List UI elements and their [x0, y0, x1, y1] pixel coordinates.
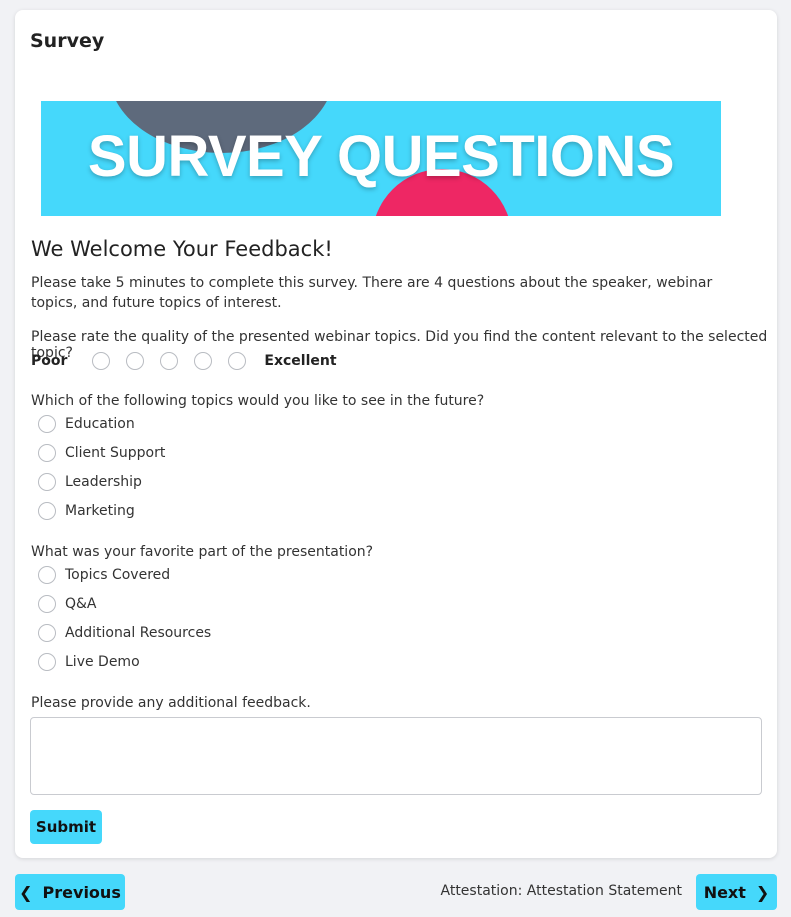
previous-button[interactable]: ❮ Previous — [15, 874, 125, 910]
favorite-option-topics-covered[interactable]: Topics Covered — [38, 565, 170, 585]
topic-option-marketing[interactable]: Marketing — [38, 501, 135, 521]
option-radio[interactable] — [38, 595, 56, 613]
option-label: Live Demo — [65, 654, 140, 670]
option-radio[interactable] — [38, 473, 56, 491]
additional-feedback-textarea[interactable] — [30, 717, 762, 795]
favorite-option-live-demo[interactable]: Live Demo — [38, 652, 140, 672]
survey-banner-image: SURVEY QUESTIONS — [41, 101, 721, 216]
previous-label: Previous — [42, 882, 121, 902]
question-4-text: Please provide any additional feedback. — [31, 695, 311, 711]
option-label: Client Support — [65, 445, 166, 461]
option-radio[interactable] — [38, 653, 56, 671]
favorite-option-qa[interactable]: Q&A — [38, 594, 97, 614]
rating-radio-1[interactable] — [92, 352, 111, 370]
option-radio[interactable] — [38, 444, 56, 462]
rating-radio-3[interactable] — [160, 352, 179, 370]
rating-radio-4[interactable] — [194, 352, 213, 370]
option-radio[interactable] — [38, 415, 56, 433]
rating-scale: Poor Excellent — [31, 351, 337, 371]
submit-button[interactable]: Submit — [30, 810, 102, 844]
card-title: Survey — [30, 30, 105, 52]
topic-option-leadership[interactable]: Leadership — [38, 472, 142, 492]
banner-text: SURVEY QUESTIONS — [87, 124, 675, 189]
rating-low-label: Poor — [31, 353, 68, 369]
option-label: Q&A — [65, 596, 97, 612]
rating-high-label: Excellent — [264, 353, 337, 369]
next-section-label: Attestation: Attestation Statement — [440, 883, 683, 899]
rating-radio-5[interactable] — [228, 352, 247, 370]
option-label: Topics Covered — [65, 567, 171, 583]
survey-card: Survey SURVEY QUESTIONS We Welcome Your … — [15, 10, 777, 858]
question-3-text: What was your favorite part of the prese… — [31, 544, 374, 560]
option-label: Education — [65, 416, 135, 432]
option-label: Marketing — [65, 503, 135, 519]
option-radio[interactable] — [38, 502, 56, 520]
option-radio[interactable] — [38, 624, 56, 642]
rating-radio-2[interactable] — [126, 352, 145, 370]
chevron-left-icon: ❮ — [19, 882, 33, 902]
option-label: Leadership — [65, 474, 142, 490]
topic-option-education[interactable]: Education — [38, 414, 135, 434]
next-button[interactable]: Next ❯ — [696, 874, 777, 910]
survey-intro: Please take 5 minutes to complete this s… — [31, 275, 713, 311]
favorite-option-additional-resources[interactable]: Additional Resources — [38, 623, 211, 643]
next-label: Next — [703, 882, 746, 902]
topic-option-client-support[interactable]: Client Support — [38, 443, 165, 463]
chevron-right-icon: ❯ — [755, 882, 770, 902]
option-label: Additional Resources — [65, 625, 212, 641]
option-radio[interactable] — [38, 566, 56, 584]
survey-heading: We Welcome Your Feedback! — [31, 237, 333, 261]
question-2-text: Which of the following topics would you … — [31, 393, 485, 409]
